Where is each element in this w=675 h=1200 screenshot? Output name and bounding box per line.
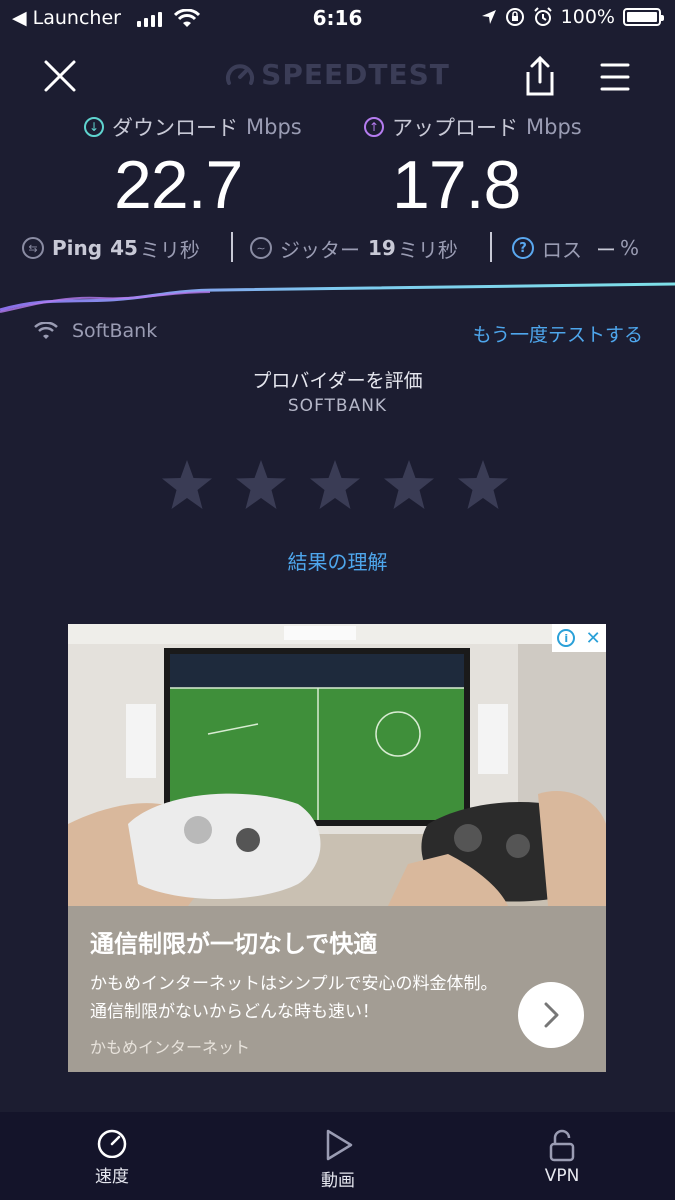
ping-label: Ping	[52, 236, 103, 260]
stat-divider	[231, 232, 233, 262]
chevron-right-icon	[544, 1002, 559, 1028]
stat-divider	[490, 232, 492, 262]
wifi-icon	[34, 322, 58, 339]
loss-label: ロス	[542, 237, 582, 262]
jitter-unit: ミリ秒	[397, 237, 458, 262]
star-icon[interactable]	[382, 458, 436, 512]
brand-logo: SPEEDTEST	[0, 58, 675, 91]
retest-link[interactable]: もう一度テストする	[473, 320, 643, 347]
ping-icon: ⇆	[22, 237, 44, 259]
rate-provider-title: プロバイダーを評価	[252, 370, 423, 392]
ad-badge: i ✕	[552, 624, 606, 652]
upload-label: ↑ アップロード Mbps	[364, 112, 582, 142]
ping-value: 45	[110, 236, 138, 260]
tab-vpn[interactable]: VPN	[492, 1112, 632, 1200]
tab-speed[interactable]: 速度	[42, 1112, 182, 1200]
ping-stat: ⇆ Ping 45 ミリ秒	[22, 230, 200, 266]
download-arrow-icon: ↓	[84, 117, 104, 137]
jitter-value: 19	[368, 236, 396, 260]
tab-video[interactable]: 動画	[268, 1112, 408, 1200]
upload-value: 17.8	[392, 147, 521, 223]
status-bar: ◀ Launcher 6:16 100%	[0, 0, 675, 38]
star-icon[interactable]	[456, 458, 510, 512]
orientation-lock-icon	[505, 8, 524, 26]
jitter-stat: ∼ ジッター 19 ミリ秒	[250, 230, 458, 266]
ping-unit: ミリ秒	[139, 237, 200, 262]
hamburger-menu-icon[interactable]	[598, 60, 632, 94]
provider-name: SOFTBANK	[287, 396, 388, 416]
upload-arrow-icon: ↑	[364, 117, 384, 137]
battery-percent: 100%	[560, 6, 615, 28]
star-icon[interactable]	[160, 458, 214, 512]
speedometer-icon	[97, 1129, 127, 1158]
download-value: 22.7	[114, 147, 243, 223]
download-unit: Mbps	[246, 115, 302, 139]
network-info: SoftBank	[34, 320, 157, 342]
star-icon[interactable]	[234, 458, 288, 512]
understand-results-link[interactable]: 結果の理解	[0, 546, 675, 575]
bottom-tab-bar: 速度 動画 VPN	[0, 1112, 675, 1200]
upload-label-text: アップロード	[392, 116, 518, 140]
alarm-icon	[533, 7, 552, 26]
brand-text: SPEEDTEST	[261, 58, 450, 91]
loss-value: ー	[596, 237, 616, 262]
jitter-icon: ∼	[250, 237, 272, 259]
loss-stat: ? ロス ー%	[512, 230, 639, 266]
battery-icon	[623, 8, 664, 26]
share-icon[interactable]	[520, 54, 560, 98]
download-label: ↓ ダウンロード Mbps	[84, 112, 302, 142]
ad-image-gaming-scene	[68, 624, 606, 906]
speedometer-logo-icon	[226, 64, 255, 85]
tab-video-label: 動画	[321, 1171, 355, 1191]
upload-unit: Mbps	[526, 115, 582, 139]
ad-body-text: かもめインターネットはシンプルで安心の料金体制。通信制限がないからどんな時も速い…	[90, 974, 498, 1022]
star-rating	[160, 458, 510, 512]
loss-unit: %	[620, 236, 640, 260]
ad-advertiser-name: かもめインターネット	[90, 1038, 251, 1057]
status-right-group: 100%	[481, 6, 664, 28]
speed-graph-wave	[0, 282, 675, 313]
star-icon[interactable]	[308, 458, 362, 512]
jitter-label: ジッター	[280, 237, 360, 262]
ad-close-icon[interactable]: ✕	[586, 628, 601, 649]
play-icon	[326, 1129, 353, 1161]
tab-vpn-label: VPN	[544, 1166, 580, 1186]
tab-speed-label: 速度	[95, 1167, 129, 1187]
lock-icon	[549, 1129, 575, 1162]
ad-info-icon[interactable]: i	[557, 629, 576, 647]
help-icon[interactable]: ?	[512, 237, 534, 259]
advertisement[interactable]: i ✕ 通信制限が一切なしで快適 かもめインターネットはシンプルで安心の料金体制…	[68, 624, 606, 1072]
ad-cta-button[interactable]	[518, 982, 584, 1048]
network-name: SoftBank	[72, 320, 158, 342]
location-arrow-icon	[481, 10, 496, 24]
ad-headline: 通信制限が一切なしで快適	[90, 930, 378, 958]
download-label-text: ダウンロード	[112, 116, 238, 140]
